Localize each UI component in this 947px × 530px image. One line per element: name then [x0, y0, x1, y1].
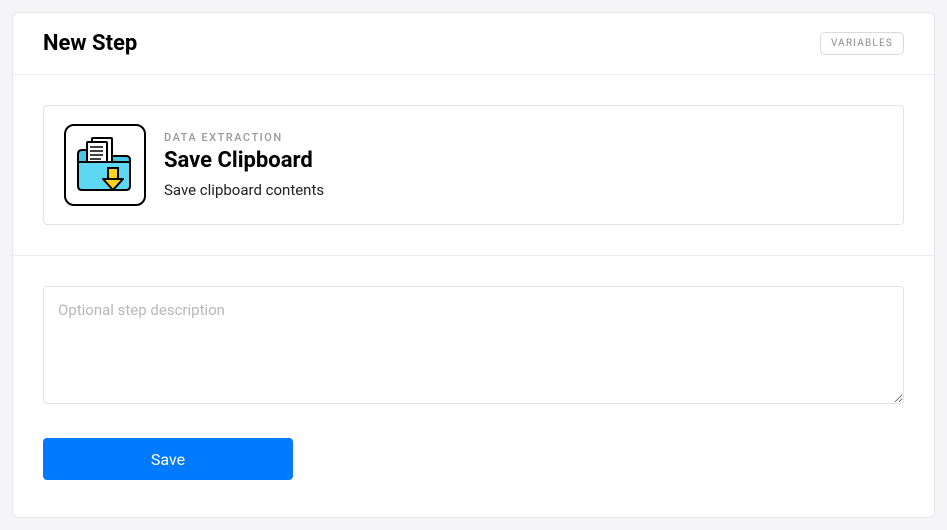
card-header: New Step VARIABLES — [13, 13, 934, 75]
description-section: Save — [13, 256, 934, 510]
step-subtitle: Save clipboard contents — [164, 181, 324, 199]
step-category: DATA EXTRACTION — [164, 131, 324, 144]
variables-button[interactable]: VARIABLES — [820, 32, 904, 55]
step-section: DATA EXTRACTION Save Clipboard Save clip… — [13, 75, 934, 255]
step-block[interactable]: DATA EXTRACTION Save Clipboard Save clip… — [43, 105, 904, 225]
clipboard-save-icon — [64, 124, 146, 206]
step-meta: DATA EXTRACTION Save Clipboard Save clip… — [164, 131, 324, 198]
new-step-card: New Step VARIABLES — [12, 12, 935, 518]
page-title: New Step — [43, 31, 137, 56]
step-description-input[interactable] — [43, 286, 904, 404]
save-button[interactable]: Save — [43, 438, 293, 480]
step-title: Save Clipboard — [164, 148, 324, 174]
